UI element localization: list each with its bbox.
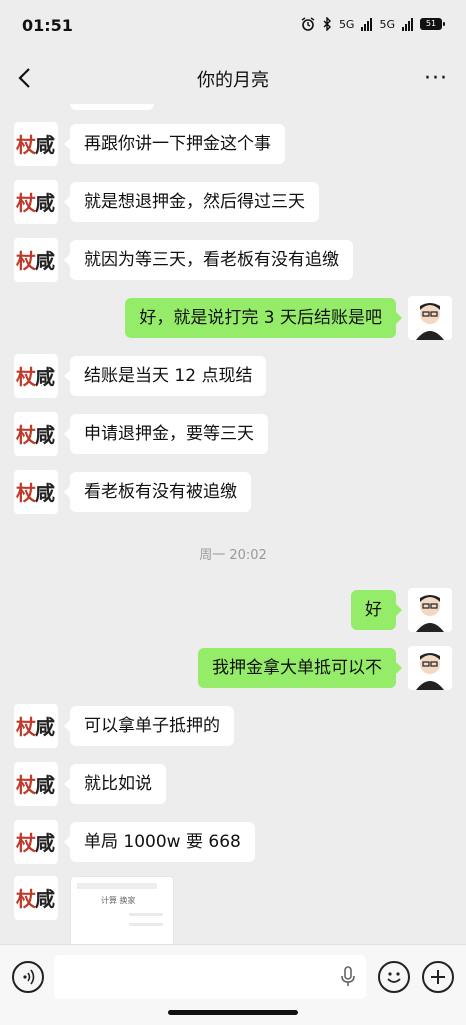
partial-message-bubble	[70, 104, 154, 110]
status-time: 01:51	[22, 16, 73, 35]
image-text-line	[129, 923, 163, 926]
message-bubble[interactable]: 可以拿单子抵押的	[64, 706, 234, 746]
svg-text:咸: 咸	[35, 133, 55, 157]
svg-text:咸: 咸	[35, 887, 55, 911]
contact-avatar[interactable]: 杖咸	[14, 762, 58, 806]
svg-text:杖: 杖	[16, 715, 36, 739]
status-bar: 01:51 5G 5G 51	[0, 0, 466, 52]
more-options-button[interactable]: ···	[424, 66, 448, 91]
plus-icon	[431, 970, 445, 984]
contact-avatar[interactable]: 杖咸	[14, 820, 58, 864]
self-avatar[interactable]	[408, 588, 452, 632]
message-bubble[interactable]: 再跟你讲一下押金这个事	[64, 124, 285, 164]
contact-avatar[interactable]: 杖咸	[14, 354, 58, 398]
svg-text:咸: 咸	[35, 365, 55, 389]
svg-text:杖: 杖	[16, 423, 36, 447]
message-bubble[interactable]: 就比如说	[64, 764, 166, 804]
microphone-icon[interactable]	[340, 966, 356, 988]
svg-text:咸: 咸	[35, 481, 55, 505]
svg-text:咸: 咸	[35, 831, 55, 855]
signal-5g-label-2: 5G	[379, 17, 395, 31]
message-bubble[interactable]: 就因为等三天，看老板有没有追缴	[64, 240, 353, 280]
message-bubble-self[interactable]: 我押金拿大单抵可以不	[198, 648, 402, 688]
contact-avatar[interactable]: 杖咸	[14, 412, 58, 456]
svg-text:杖: 杖	[16, 365, 36, 389]
svg-text:咸: 咸	[35, 191, 55, 215]
contact-avatar[interactable]: 杖咸	[14, 180, 58, 224]
bluetooth-icon	[323, 17, 331, 31]
image-message-thumbnail[interactable]: 计算 换家	[70, 876, 174, 944]
signal-icon	[361, 17, 373, 31]
contact-avatar[interactable]: 杖咸	[14, 238, 58, 282]
message-bubble[interactable]: 结账是当天 12 点现结	[63, 356, 267, 396]
more-actions-button[interactable]	[422, 961, 454, 993]
image-text-line	[129, 913, 163, 916]
signal-icon-2	[402, 17, 413, 31]
emoji-button[interactable]	[378, 961, 410, 993]
svg-text:杖: 杖	[16, 481, 36, 505]
self-avatar[interactable]	[408, 296, 452, 340]
svg-text:杖: 杖	[16, 887, 36, 911]
home-indicator[interactable]	[168, 1010, 298, 1015]
self-avatar[interactable]	[408, 646, 452, 690]
message-bubble[interactable]: 就是想退押金，然后得过三天	[64, 182, 319, 222]
nav-bar: 你的月亮 ···	[0, 52, 466, 104]
battery-icon: 51	[420, 18, 445, 30]
svg-text:杖: 杖	[16, 133, 36, 157]
contact-avatar[interactable]: 杖咸	[14, 470, 58, 514]
message-bubble-self[interactable]: 好，就是说打完 3 天后结账是吧	[125, 298, 402, 338]
image-top-bar	[77, 883, 157, 889]
message-bubble[interactable]: 申请退押金，要等三天	[64, 414, 268, 454]
chat-title: 你的月亮	[197, 70, 269, 91]
message-input[interactable]	[54, 955, 366, 999]
svg-text:咸: 咸	[35, 773, 55, 797]
svg-text:杖: 杖	[16, 831, 36, 855]
svg-text:杖: 杖	[16, 249, 36, 273]
message-bubble[interactable]: 看老板有没有被追缴	[64, 472, 251, 512]
signal-5g-label-1: 5G	[338, 17, 355, 31]
svg-text:杖: 杖	[16, 773, 36, 797]
voice-wave-icon	[23, 969, 35, 985]
message-bubble[interactable]: 单局 1000w 要 668	[64, 822, 255, 862]
alarm-icon	[301, 17, 315, 31]
contact-avatar[interactable]: 杖咸	[14, 704, 58, 748]
chat-area[interactable]: 杖咸 再跟你讲一下押金这个事 杖咸 就是想退押金，然后得过三天 杖咸 就因为等三…	[0, 104, 466, 944]
contact-avatar[interactable]: 杖咸	[14, 876, 58, 920]
status-icons: 5G 5G 51	[301, 17, 445, 31]
voice-mode-button[interactable]	[12, 961, 44, 993]
image-tab-text: 计算 换家	[101, 896, 136, 905]
svg-text:咸: 咸	[35, 249, 55, 273]
svg-text:杖: 杖	[16, 191, 36, 215]
svg-text:咸: 咸	[35, 423, 55, 447]
message-bubble-self[interactable]: 好	[351, 590, 402, 630]
contact-avatar[interactable]: 杖咸	[14, 122, 58, 166]
message-timestamp: 周一 20:02	[199, 548, 267, 563]
smiley-icon	[387, 972, 401, 983]
svg-text:咸: 咸	[35, 715, 55, 739]
